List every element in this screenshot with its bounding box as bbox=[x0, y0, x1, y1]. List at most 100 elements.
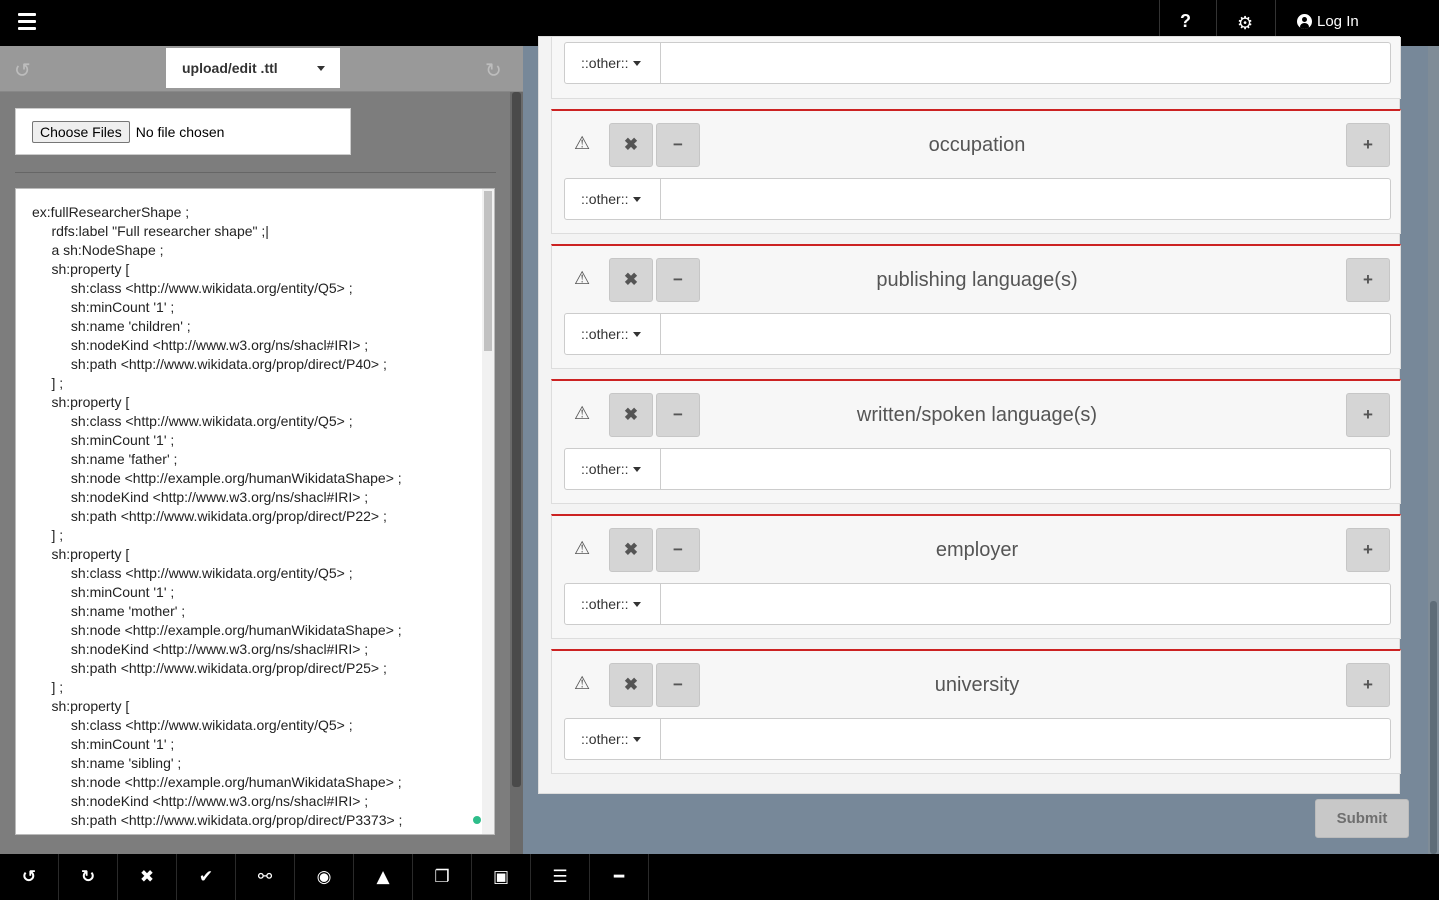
link-icon[interactable]: ⚯ bbox=[236, 854, 295, 900]
redo-icon[interactable]: ↻ bbox=[59, 854, 118, 900]
login-button[interactable]: Log In bbox=[1297, 13, 1359, 30]
property-block-publishing-languages: ⚠ ✖ − publishing language(s) + ::other:: bbox=[551, 244, 1401, 369]
file-format-label: upload/edit .ttl bbox=[182, 60, 278, 76]
remove-property-button[interactable]: ✖ bbox=[609, 123, 653, 167]
remove-property-button[interactable]: ✖ bbox=[609, 528, 653, 572]
add-value-button[interactable]: + bbox=[1346, 393, 1390, 437]
property-block: ::other:: bbox=[551, 37, 1401, 99]
add-value-button[interactable]: + bbox=[1346, 663, 1390, 707]
value-type-dropdown[interactable]: ::other:: bbox=[565, 719, 661, 759]
submit-button[interactable]: Submit bbox=[1315, 799, 1409, 838]
copy-icon[interactable]: ❐ bbox=[413, 854, 472, 900]
editor-panel: ↺ upload/edit .ttl ↻ Choose Files No fil… bbox=[0, 46, 523, 854]
property-block-university: ⚠ ✖ − university + ::other:: bbox=[551, 649, 1401, 774]
dropdown-label: ::other:: bbox=[581, 55, 629, 71]
dropdown-label: ::other:: bbox=[581, 596, 629, 612]
file-format-select[interactable]: upload/edit .ttl bbox=[166, 48, 340, 88]
value-type-dropdown[interactable]: ::other:: bbox=[565, 584, 661, 624]
property-header: ⚠ ✖ − written/spoken language(s) + bbox=[552, 381, 1400, 447]
warning-icon: ⚠ bbox=[574, 133, 591, 153]
property-title: publishing language(s) bbox=[876, 269, 1078, 291]
choose-files-button[interactable]: Choose Files bbox=[32, 120, 130, 143]
user-circle-icon bbox=[1297, 14, 1312, 29]
hamburger-menu-icon[interactable] bbox=[18, 13, 36, 33]
collapse-button[interactable]: − bbox=[656, 393, 700, 437]
property-value-row: ::other:: bbox=[564, 313, 1391, 355]
editor-content[interactable]: ex:fullResearcherShape ; rdfs:label "Ful… bbox=[32, 203, 402, 834]
editor-scrollbar-thumb[interactable] bbox=[484, 191, 492, 351]
file-status-text: No file chosen bbox=[135, 123, 225, 140]
property-value-row: ::other:: bbox=[564, 718, 1391, 760]
property-value-row: ::other:: bbox=[564, 178, 1391, 220]
login-label: Log In bbox=[1317, 13, 1359, 30]
remove-property-button[interactable]: ✖ bbox=[609, 663, 653, 707]
undo-icon[interactable]: ↺ bbox=[0, 854, 59, 900]
list-icon[interactable]: ☰ bbox=[531, 854, 590, 900]
value-type-dropdown[interactable]: ::other:: bbox=[565, 314, 661, 354]
add-value-button[interactable]: + bbox=[1346, 528, 1390, 572]
form-scrollbar-thumb[interactable] bbox=[1430, 601, 1437, 854]
property-block-written-spoken-languages: ⚠ ✖ − written/spoken language(s) + ::oth… bbox=[551, 379, 1401, 504]
minimize-icon[interactable]: ━ bbox=[590, 854, 649, 900]
caret-down-icon bbox=[633, 601, 642, 607]
warning-icon: ⚠ bbox=[574, 268, 591, 288]
collapse-button[interactable]: − bbox=[656, 663, 700, 707]
ttl-text-editor[interactable]: ex:fullResearcherShape ; rdfs:label "Ful… bbox=[15, 188, 495, 835]
value-type-dropdown[interactable]: ::other:: bbox=[565, 449, 661, 489]
caret-down-icon bbox=[633, 736, 642, 742]
file-upload-box: Choose Files No file chosen bbox=[15, 108, 351, 155]
bottom-toolbar: ↺ ↻ ✖ ✔ ⚯ ◉ ▲ ❐ ▣ ☰ ━ bbox=[0, 854, 1439, 900]
remove-property-button[interactable]: ✖ bbox=[609, 393, 653, 437]
property-block-employer: ⚠ ✖ − employer + ::other:: bbox=[551, 514, 1401, 639]
caret-down-icon bbox=[633, 331, 642, 337]
property-value-row: ::other:: bbox=[564, 583, 1391, 625]
property-header: ⚠ ✖ − occupation + bbox=[552, 111, 1400, 177]
property-header: ⚠ ✖ − publishing language(s) + bbox=[552, 246, 1400, 312]
editor-panel-body: Choose Files No file chosen ex:fullResea… bbox=[0, 92, 510, 854]
remove-property-button[interactable]: ✖ bbox=[609, 258, 653, 302]
status-dot-icon bbox=[473, 816, 481, 824]
property-title: occupation bbox=[928, 134, 1026, 156]
caret-down-icon bbox=[633, 466, 642, 472]
undo-icon[interactable]: ↺ bbox=[14, 58, 31, 83]
help-icon[interactable]: ? bbox=[1180, 11, 1191, 32]
caret-down-icon bbox=[317, 66, 325, 71]
redo-icon[interactable]: ↻ bbox=[485, 58, 502, 83]
dropdown-label: ::other:: bbox=[581, 461, 629, 477]
gear-icon[interactable]: ⚙ bbox=[1237, 13, 1253, 34]
property-header: ⚠ ✖ − university + bbox=[552, 651, 1400, 717]
property-title: university bbox=[934, 674, 1020, 696]
property-title: written/spoken language(s) bbox=[856, 404, 1098, 426]
warning-icon: ⚠ bbox=[574, 538, 591, 558]
clear-icon[interactable]: ✖ bbox=[118, 854, 177, 900]
add-value-button[interactable]: + bbox=[1346, 123, 1390, 167]
property-value-row: ::other:: bbox=[564, 448, 1391, 490]
caret-down-icon bbox=[633, 60, 642, 66]
value-type-dropdown[interactable]: ::other:: bbox=[565, 43, 661, 83]
save-icon[interactable]: ▣ bbox=[472, 854, 531, 900]
dropdown-label: ::other:: bbox=[581, 326, 629, 342]
divider bbox=[15, 172, 496, 173]
editor-scrollbar[interactable] bbox=[482, 189, 494, 834]
collapse-button[interactable]: − bbox=[656, 258, 700, 302]
panel-scrollbar-thumb[interactable] bbox=[512, 92, 521, 787]
property-header: ⚠ ✖ − employer + bbox=[552, 516, 1400, 582]
add-value-button[interactable]: + bbox=[1346, 258, 1390, 302]
eye-icon[interactable]: ◉ bbox=[295, 854, 354, 900]
form-card: ::other:: ⚠ ✖ − occupation + ::other:: ⚠… bbox=[538, 36, 1401, 794]
collapse-button[interactable]: − bbox=[656, 528, 700, 572]
validate-check-icon[interactable]: ✔ bbox=[177, 854, 236, 900]
caret-down-icon bbox=[633, 196, 642, 202]
property-value-row: ::other:: bbox=[564, 42, 1391, 84]
warning-icon: ⚠ bbox=[574, 403, 591, 423]
dropdown-label: ::other:: bbox=[581, 731, 629, 747]
warning-icon: ⚠ bbox=[574, 673, 591, 693]
form-scrollbar[interactable] bbox=[1428, 46, 1439, 854]
value-type-dropdown[interactable]: ::other:: bbox=[565, 179, 661, 219]
road-icon[interactable]: ▲ bbox=[354, 854, 413, 900]
property-block-occupation: ⚠ ✖ − occupation + ::other:: bbox=[551, 109, 1401, 234]
property-title: employer bbox=[935, 539, 1019, 561]
collapse-button[interactable]: − bbox=[656, 123, 700, 167]
editor-panel-header: ↺ upload/edit .ttl ↻ bbox=[0, 46, 523, 92]
panel-scrollbar[interactable] bbox=[510, 92, 523, 854]
